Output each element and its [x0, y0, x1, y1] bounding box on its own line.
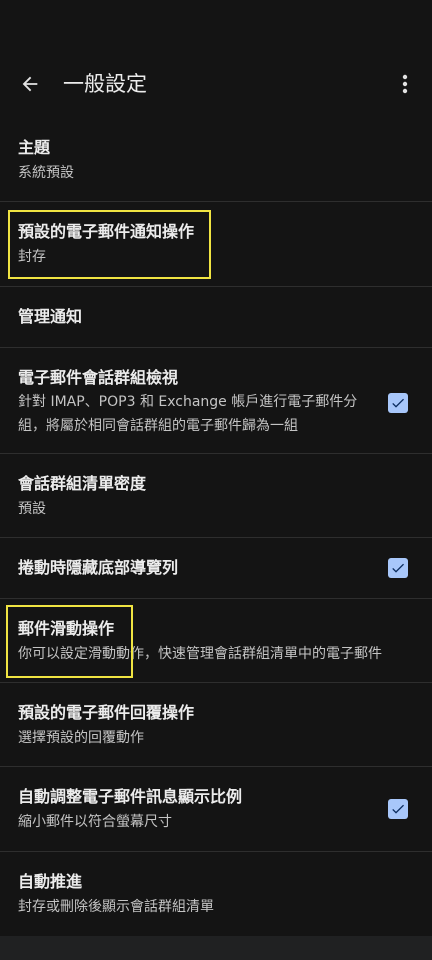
check-icon: [392, 804, 404, 814]
conversation-view-checkbox[interactable]: [388, 393, 408, 413]
setting-title: 自動調整電子郵件訊息顯示比例: [18, 787, 243, 806]
setting-theme[interactable]: 主題 系統預設: [0, 118, 432, 202]
setting-title: 自動推進: [18, 872, 83, 891]
setting-auto-fit-messages[interactable]: 自動調整電子郵件訊息顯示比例 縮小郵件以符合螢幕尺寸: [0, 767, 432, 852]
setting-manage-notifications[interactable]: 管理通知: [0, 287, 432, 348]
setting-hide-bottom-nav[interactable]: 捲動時隱藏底部導覽列: [0, 538, 432, 599]
auto-fit-checkbox[interactable]: [388, 799, 408, 819]
setting-title: 主題: [18, 138, 51, 157]
setting-subtitle: 封存或刪除後顯示會話群組清單: [18, 899, 214, 915]
more-vert-icon: [402, 74, 408, 94]
page-title: 一般設定: [63, 72, 147, 96]
setting-conversation-view[interactable]: 電子郵件會話群組檢視 針對 IMAP、POP3 和 Exchange 帳戶進行電…: [0, 348, 432, 454]
hide-bottom-nav-checkbox[interactable]: [388, 558, 408, 578]
setting-subtitle: 選擇預設的回覆動作: [18, 730, 144, 746]
more-options-button[interactable]: [388, 66, 422, 102]
setting-title: 電子郵件會話群組檢視: [18, 368, 179, 387]
back-button[interactable]: [10, 66, 50, 102]
app-bar: 一般設定: [0, 0, 432, 120]
highlight-box: [8, 210, 211, 279]
setting-subtitle: 縮小郵件以符合螢幕尺寸: [18, 814, 172, 830]
highlight-box: [6, 605, 133, 678]
setting-auto-advance[interactable]: 自動推進 封存或刪除後顯示會話群組清單: [0, 852, 432, 935]
setting-title: 捲動時隱藏底部導覽列: [18, 558, 179, 577]
arrow-back-icon: [22, 76, 38, 92]
setting-subtitle: 針對 IMAP、POP3 和 Exchange 帳戶進行電子郵件分組，將屬於相同…: [18, 394, 358, 434]
bottom-bar: [0, 936, 432, 960]
setting-list-density[interactable]: 會話群組清單密度 預設: [0, 454, 432, 538]
check-icon: [392, 563, 404, 573]
setting-subtitle: 預設: [18, 501, 46, 517]
setting-title: 會話群組清單密度: [18, 474, 147, 493]
check-icon: [392, 398, 404, 408]
setting-subtitle: 系統預設: [18, 165, 74, 181]
setting-default-reply-action[interactable]: 預設的電子郵件回覆操作 選擇預設的回覆動作: [0, 683, 432, 767]
setting-title: 管理通知: [18, 307, 83, 326]
setting-title: 預設的電子郵件回覆操作: [18, 703, 195, 722]
